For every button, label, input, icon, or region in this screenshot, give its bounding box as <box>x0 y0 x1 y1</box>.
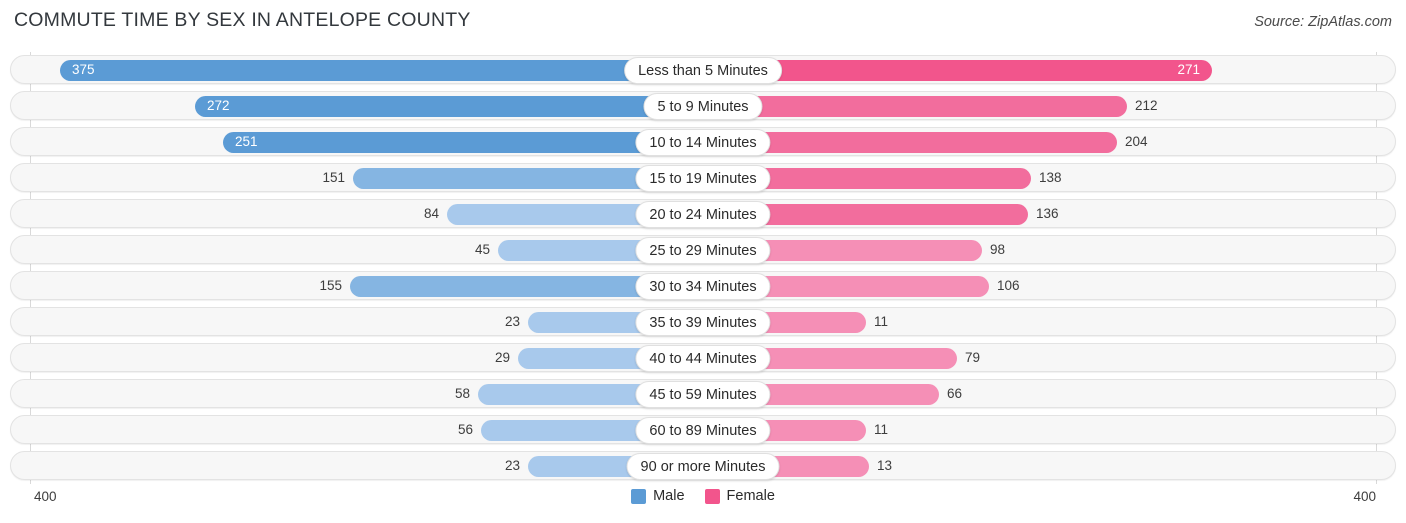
bar-value-female: 136 <box>1036 206 1059 221</box>
category-label-pill: 10 to 14 Minutes <box>635 128 771 156</box>
bar-value-male: 29 <box>494 350 510 365</box>
bar-female[interactable] <box>703 95 1127 117</box>
bar-value-male: 151 <box>322 170 345 185</box>
bar-value-female: 98 <box>990 242 1006 257</box>
category-label-pill: 90 or more Minutes <box>626 452 780 480</box>
chart-row: 251 204 10 to 14 Minutes <box>0 124 1406 160</box>
bar-value-male: 56 <box>457 422 473 437</box>
bar-value-female: 271 <box>1177 62 1200 77</box>
legend-label: Male <box>653 488 685 504</box>
bar-male[interactable] <box>223 131 703 153</box>
legend-item-female[interactable]: Female <box>704 488 775 504</box>
category-label-pill: 30 to 34 Minutes <box>635 272 771 300</box>
category-label-pill: 40 to 44 Minutes <box>635 344 771 372</box>
chart-row: 45 98 25 to 29 Minutes <box>0 232 1406 268</box>
bar-rows: 375 271 Less than 5 Minutes 272 212 5 to 9 Mi… <box>0 52 1406 484</box>
bar-value-male: 23 <box>504 314 520 329</box>
category-label-pill: 20 to 24 Minutes <box>635 200 771 228</box>
chart-row: 375 271 Less than 5 Minutes <box>0 52 1406 88</box>
category-label-pill: 5 to 9 Minutes <box>643 92 763 120</box>
chart-row: 23 11 35 to 39 Minutes <box>0 304 1406 340</box>
bar-value-female: 66 <box>947 386 963 401</box>
bar-value-female: 11 <box>874 314 889 329</box>
category-label-pill: 45 to 59 Minutes <box>635 380 771 408</box>
plot-area: 375 271 Less than 5 Minutes 272 212 5 to 9 Mi… <box>0 52 1406 484</box>
chart-legend: Male Female <box>0 488 1406 504</box>
bar-value-male: 23 <box>504 458 520 473</box>
category-label-pill: 25 to 29 Minutes <box>635 236 771 264</box>
chart-row: 84 136 20 to 24 Minutes <box>0 196 1406 232</box>
category-label-pill: Less than 5 Minutes <box>624 56 782 84</box>
bar-value-male: 84 <box>423 206 439 221</box>
bar-male[interactable] <box>60 59 703 81</box>
bar-value-female: 138 <box>1039 170 1062 185</box>
bar-male[interactable] <box>195 95 703 117</box>
bar-value-female: 11 <box>874 422 889 437</box>
chart-row: 56 11 60 to 89 Minutes <box>0 412 1406 448</box>
bar-value-male: 58 <box>454 386 470 401</box>
bar-value-female: 79 <box>965 350 981 365</box>
legend-item-male[interactable]: Male <box>631 488 685 504</box>
chart-row: 58 66 45 to 59 Minutes <box>0 376 1406 412</box>
bar-value-male: 375 <box>72 62 95 77</box>
chart-row: 23 13 90 or more Minutes <box>0 448 1406 484</box>
chart-container: COMMUTE TIME BY SEX IN ANTELOPE COUNTY S… <box>0 0 1406 523</box>
category-label-pill: 35 to 39 Minutes <box>635 308 771 336</box>
legend-label: Female <box>726 488 775 504</box>
bar-value-female: 106 <box>997 278 1020 293</box>
bar-value-male: 251 <box>235 134 258 149</box>
legend-swatch-icon <box>631 488 647 504</box>
bar-value-female: 204 <box>1125 134 1148 149</box>
bar-value-male: 272 <box>207 98 230 113</box>
category-label-pill: 60 to 89 Minutes <box>635 416 771 444</box>
bar-value-male: 45 <box>474 242 490 257</box>
chart-row: 29 79 40 to 44 Minutes <box>0 340 1406 376</box>
bar-value-male: 155 <box>319 278 342 293</box>
chart-row: 151 138 15 to 19 Minutes <box>0 160 1406 196</box>
chart-row: 155 106 30 to 34 Minutes <box>0 268 1406 304</box>
category-label-pill: 15 to 19 Minutes <box>635 164 771 192</box>
legend-swatch-icon <box>704 488 720 504</box>
bar-value-female: 212 <box>1135 98 1158 113</box>
page-title: COMMUTE TIME BY SEX IN ANTELOPE COUNTY <box>14 9 471 31</box>
chart-row: 272 212 5 to 9 Minutes <box>0 88 1406 124</box>
bar-value-female: 13 <box>877 458 893 473</box>
source-attribution: Source: ZipAtlas.com <box>1254 14 1392 30</box>
